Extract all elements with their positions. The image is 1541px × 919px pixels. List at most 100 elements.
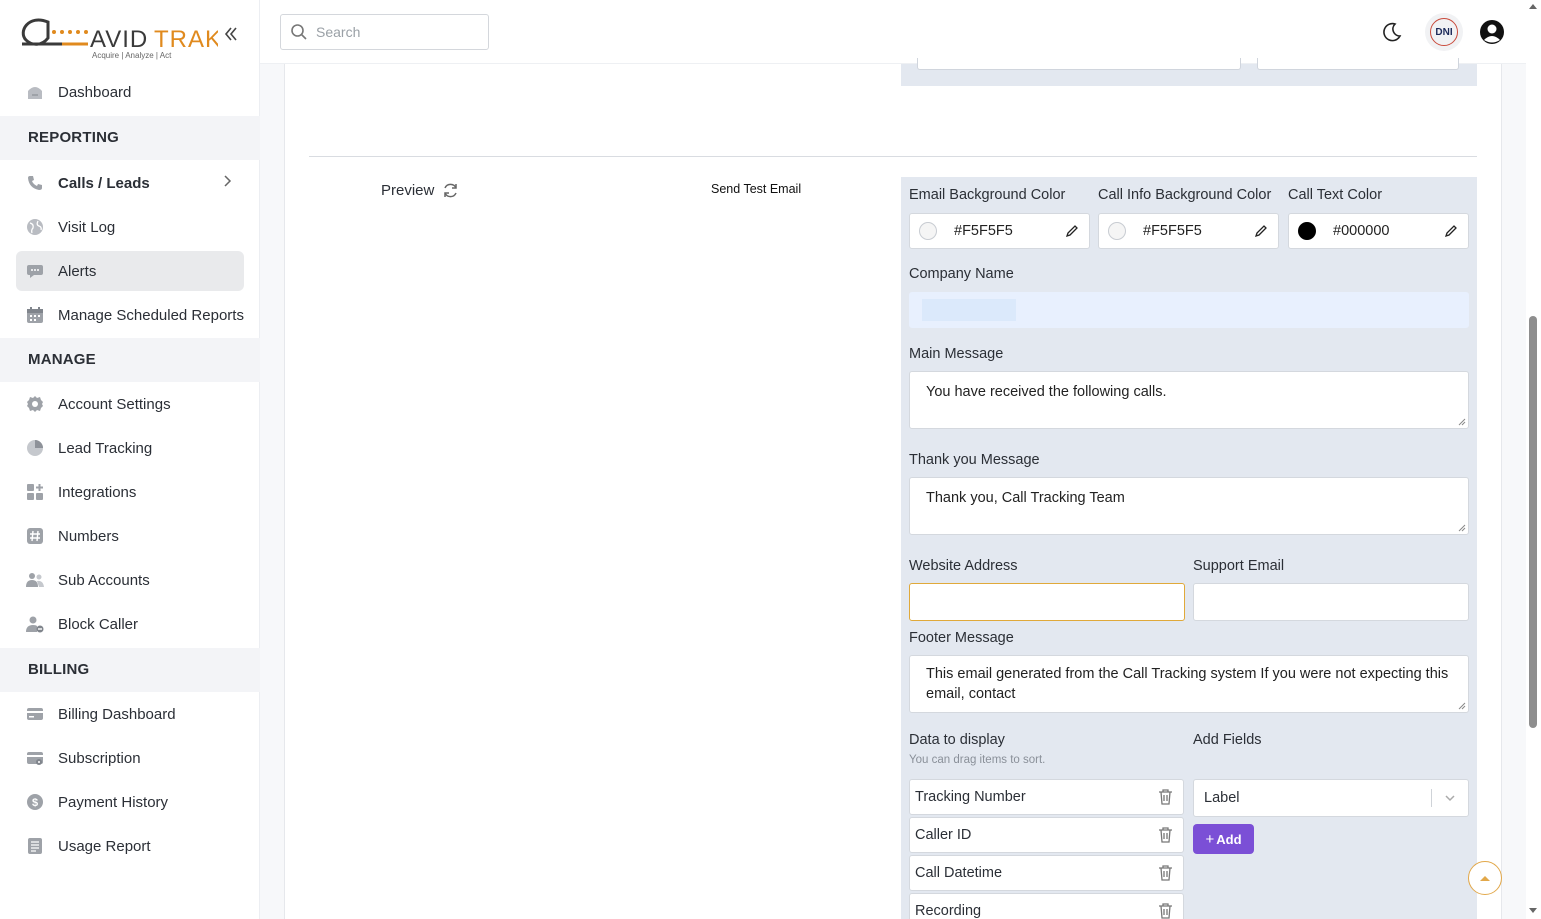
resize-grip-icon[interactable] xyxy=(1458,524,1466,532)
sidebar-item-label: Block Caller xyxy=(58,615,139,633)
plus-icon: + xyxy=(1205,830,1215,848)
calendar-icon xyxy=(26,306,44,324)
card-icon xyxy=(26,705,44,723)
previous-field xyxy=(1257,58,1459,70)
sidebar-item-billing-dashboard[interactable]: Billing Dashboard xyxy=(16,694,244,734)
resize-grip-icon[interactable] xyxy=(1458,702,1466,710)
add-field-button[interactable]: + Add xyxy=(1193,824,1254,854)
trash-icon[interactable] xyxy=(1158,789,1173,805)
sidebar-item-payment-history[interactable]: $ Payment History xyxy=(16,782,244,822)
user-block-icon xyxy=(26,615,44,633)
data-to-display-label: Data to display xyxy=(909,732,1005,748)
sidebar-item-label: Alerts xyxy=(58,262,97,280)
support-email-input[interactable] xyxy=(1193,583,1469,621)
company-name-input[interactable] xyxy=(909,292,1469,328)
sidebar-item-label: Usage Report xyxy=(58,837,151,855)
color-swatch[interactable] xyxy=(1298,222,1316,240)
scroll-down-arrow-icon[interactable] xyxy=(1529,908,1537,913)
scrollbar-thumb[interactable] xyxy=(1529,316,1537,728)
call-text-color-value: #000000 xyxy=(1333,223,1390,239)
sidebar-item-alerts[interactable]: Alerts xyxy=(16,251,244,291)
sidebar-item-lead-tracking[interactable]: Lead Tracking xyxy=(16,428,244,468)
send-test-email-button[interactable]: Send Test Email xyxy=(711,182,801,196)
add-fields-select[interactable]: Label xyxy=(1193,779,1469,817)
sidebar-item-calls-leads[interactable]: Calls / Leads xyxy=(16,163,244,203)
dni-button[interactable]: DNI xyxy=(1425,13,1463,51)
scroll-to-top-button[interactable] xyxy=(1468,861,1502,895)
sidebar-item-usage-report[interactable]: Usage Report xyxy=(16,826,244,866)
eyedropper-icon[interactable] xyxy=(1444,224,1458,238)
resize-grip-icon[interactable] xyxy=(1458,418,1466,426)
main-message-textarea[interactable]: You have received the following calls. xyxy=(909,371,1469,429)
search-box[interactable] xyxy=(280,14,489,50)
dark-mode-toggle[interactable] xyxy=(1373,13,1411,51)
sidebar-item-numbers[interactable]: Numbers xyxy=(16,516,244,556)
svg-text:TRAK: TRAK xyxy=(154,26,218,53)
add-button-label: Add xyxy=(1216,831,1242,847)
email-bg-color-field[interactable]: #F5F5F5 xyxy=(909,213,1090,249)
sidebar-item-dashboard[interactable]: Dashboard xyxy=(16,72,244,112)
avidtrak-logo[interactable]: AVID TRAK Acquire | Analyze | Act xyxy=(18,10,221,62)
color-swatch[interactable] xyxy=(919,222,937,240)
color-swatch[interactable] xyxy=(1108,222,1126,240)
eyedropper-icon[interactable] xyxy=(1254,224,1268,238)
page-scrollbar[interactable] xyxy=(1526,0,1541,919)
refresh-icon[interactable] xyxy=(442,182,459,199)
users-icon xyxy=(26,571,44,589)
sidebar: AVID TRAK Acquire | Analyze | Act Dashbo… xyxy=(0,0,260,919)
list-item[interactable]: Recording xyxy=(909,893,1184,919)
email-bg-color-value: #F5F5F5 xyxy=(954,223,1013,239)
call-info-bg-color-field[interactable]: #F5F5F5 xyxy=(1098,213,1279,249)
sidebar-item-label: Visit Log xyxy=(58,218,116,236)
footer-message-textarea[interactable]: This email generated from the Call Track… xyxy=(909,655,1469,713)
list-item[interactable]: Caller ID xyxy=(909,817,1184,853)
select-separator xyxy=(1431,789,1432,807)
footer-message-value: This email generated from the Call Track… xyxy=(926,666,1449,702)
section-divider xyxy=(309,156,1477,157)
sidebar-item-label: Manage Scheduled Reports xyxy=(58,306,244,324)
call-text-color-field[interactable]: #000000 xyxy=(1288,213,1469,249)
thank-you-value: Thank you, Call Tracking Team xyxy=(926,490,1125,506)
scroll-up-arrow-icon[interactable] xyxy=(1529,4,1537,9)
eyedropper-icon[interactable] xyxy=(1065,224,1079,238)
main-message-value: You have received the following calls. xyxy=(926,384,1167,400)
call-info-bg-color-value: #F5F5F5 xyxy=(1143,223,1202,239)
chat-icon xyxy=(26,262,44,280)
sidebar-item-subscription[interactable]: Subscription xyxy=(16,738,244,778)
section-reporting: REPORTING xyxy=(0,116,260,160)
data-item-label: Recording xyxy=(915,903,982,919)
sidebar-item-block-caller[interactable]: Block Caller xyxy=(16,604,244,644)
sidebar-item-sub-accounts[interactable]: Sub Accounts xyxy=(16,560,244,600)
list-item[interactable]: Call Datetime xyxy=(909,855,1184,891)
search-input[interactable] xyxy=(316,24,466,40)
section-manage: MANAGE xyxy=(0,338,260,382)
previous-section-panel xyxy=(901,58,1477,86)
chevron-down-icon[interactable] xyxy=(1444,792,1456,804)
sidebar-item-label: Calls / Leads xyxy=(58,174,150,192)
search-icon xyxy=(291,24,307,40)
thank-you-textarea[interactable]: Thank you, Call Tracking Team xyxy=(909,477,1469,535)
sidebar-item-label: Subscription xyxy=(58,749,141,767)
sidebar-item-visit-log[interactable]: Visit Log xyxy=(16,207,244,247)
sidebar-item-label: Sub Accounts xyxy=(58,571,150,589)
previous-field xyxy=(917,58,1241,70)
data-item-label: Call Datetime xyxy=(915,865,1003,881)
sidebar-item-label: Numbers xyxy=(58,527,119,545)
list-item[interactable]: Tracking Number xyxy=(909,779,1184,815)
collapse-sidebar-icon[interactable] xyxy=(224,26,240,46)
data-item-label: Caller ID xyxy=(915,827,972,843)
sidebar-item-label: Payment History xyxy=(58,793,169,811)
sidebar-item-integrations[interactable]: Integrations xyxy=(16,472,244,512)
thank-you-label: Thank you Message xyxy=(909,452,1040,468)
user-menu-button[interactable] xyxy=(1473,13,1511,51)
data-item-label: Tracking Number xyxy=(915,789,1026,805)
trash-icon[interactable] xyxy=(1158,827,1173,843)
trash-icon[interactable] xyxy=(1158,865,1173,881)
report-icon xyxy=(26,837,44,855)
website-address-input[interactable] xyxy=(909,583,1185,621)
dollar-icon: $ xyxy=(26,793,44,811)
sidebar-item-scheduled-reports[interactable]: Manage Scheduled Reports xyxy=(16,295,244,335)
sidebar-item-account-settings[interactable]: Account Settings xyxy=(16,384,244,424)
svg-text:AVID: AVID xyxy=(90,26,148,53)
trash-icon[interactable] xyxy=(1158,903,1173,919)
